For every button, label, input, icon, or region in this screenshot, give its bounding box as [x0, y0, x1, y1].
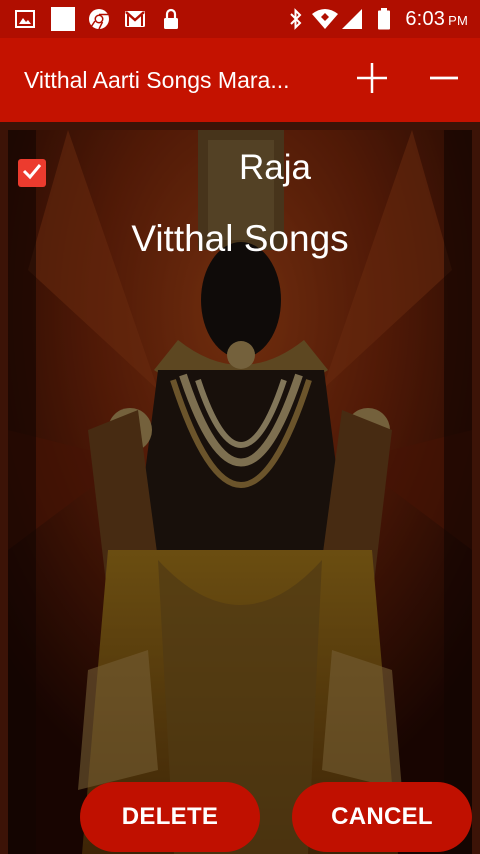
- remove-button[interactable]: [424, 60, 464, 100]
- status-time-value: 6:03: [405, 8, 446, 30]
- cancel-button[interactable]: CANCEL: [292, 782, 472, 852]
- lock-icon: [161, 8, 181, 30]
- add-button[interactable]: [352, 60, 392, 100]
- chrome-icon: [87, 8, 111, 30]
- image-icon: [14, 8, 36, 30]
- battery-icon: [376, 8, 392, 30]
- item-title: Raja: [239, 148, 311, 187]
- wifi-icon: [311, 8, 339, 30]
- signal-icon: [341, 8, 363, 30]
- status-ampm: PM: [448, 13, 468, 28]
- item-subtitle: Vitthal Songs: [131, 218, 349, 259]
- app-title: Vitthal Aarti Songs Mara...: [24, 67, 290, 93]
- status-bar: 6:03 PM: [0, 0, 480, 38]
- status-clock: 6:03 PM: [405, 8, 468, 32]
- content-area: Raja Vitthal Songs DELETE CANCEL: [0, 122, 480, 854]
- bluetooth-icon: [287, 8, 305, 30]
- gmail-icon: [123, 8, 147, 30]
- white-square-icon: [50, 7, 76, 31]
- song-item-card[interactable]: Raja Vitthal Songs DELETE CANCEL: [8, 130, 472, 854]
- minus-icon: [428, 61, 460, 100]
- plus-icon: [355, 61, 389, 100]
- app-bar: Vitthal Aarti Songs Mara...: [0, 38, 480, 122]
- delete-button[interactable]: DELETE: [80, 782, 260, 852]
